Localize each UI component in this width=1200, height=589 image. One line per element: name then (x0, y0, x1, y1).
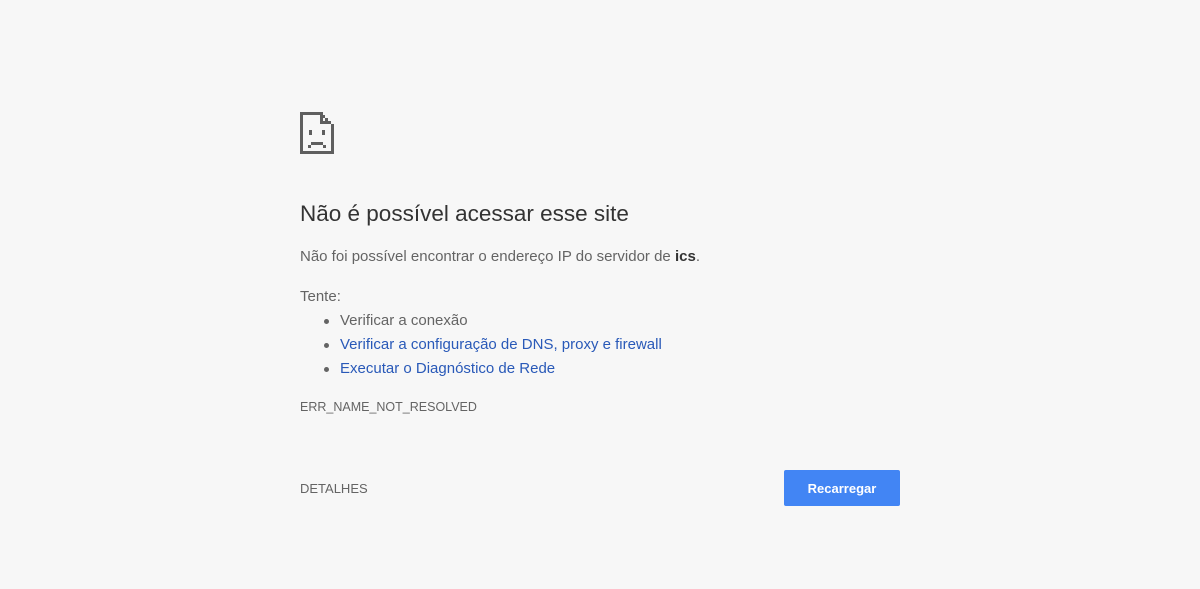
error-description: Não foi possível encontrar o endereço IP… (300, 248, 700, 265)
description-text: Não foi possível encontrar o endereço IP… (300, 248, 675, 265)
suggestions-list: Verificar a conexão Verificar a configur… (300, 309, 662, 381)
network-diagnostics-link[interactable]: Executar o Diagnóstico de Rede (340, 360, 555, 377)
suggestion-network-diagnostics: Executar o Diagnóstico de Rede (300, 357, 662, 381)
error-page: Não é possível acessar esse site Não foi… (0, 0, 1200, 589)
suggestion-check-connection: Verificar a conexão (300, 309, 662, 333)
error-title: Não é possível acessar esse site (300, 201, 629, 226)
host-name: ics (674, 248, 696, 265)
dns-proxy-firewall-link[interactable]: Verificar a configuração de DNS, proxy e… (340, 336, 662, 353)
suggestion-check-dns-proxy-firewall: Verificar a configuração de DNS, proxy e… (300, 333, 662, 357)
description-suffix: . (695, 248, 700, 265)
sad-document-icon (300, 112, 334, 154)
error-code: ERR_NAME_NOT_RESOLVED (300, 400, 477, 414)
suggestion-label: Verificar a conexão (340, 312, 468, 329)
reload-button[interactable]: Recarregar (784, 470, 900, 506)
try-label: Tente: (300, 288, 341, 305)
details-button[interactable]: DETALHES (300, 481, 368, 496)
